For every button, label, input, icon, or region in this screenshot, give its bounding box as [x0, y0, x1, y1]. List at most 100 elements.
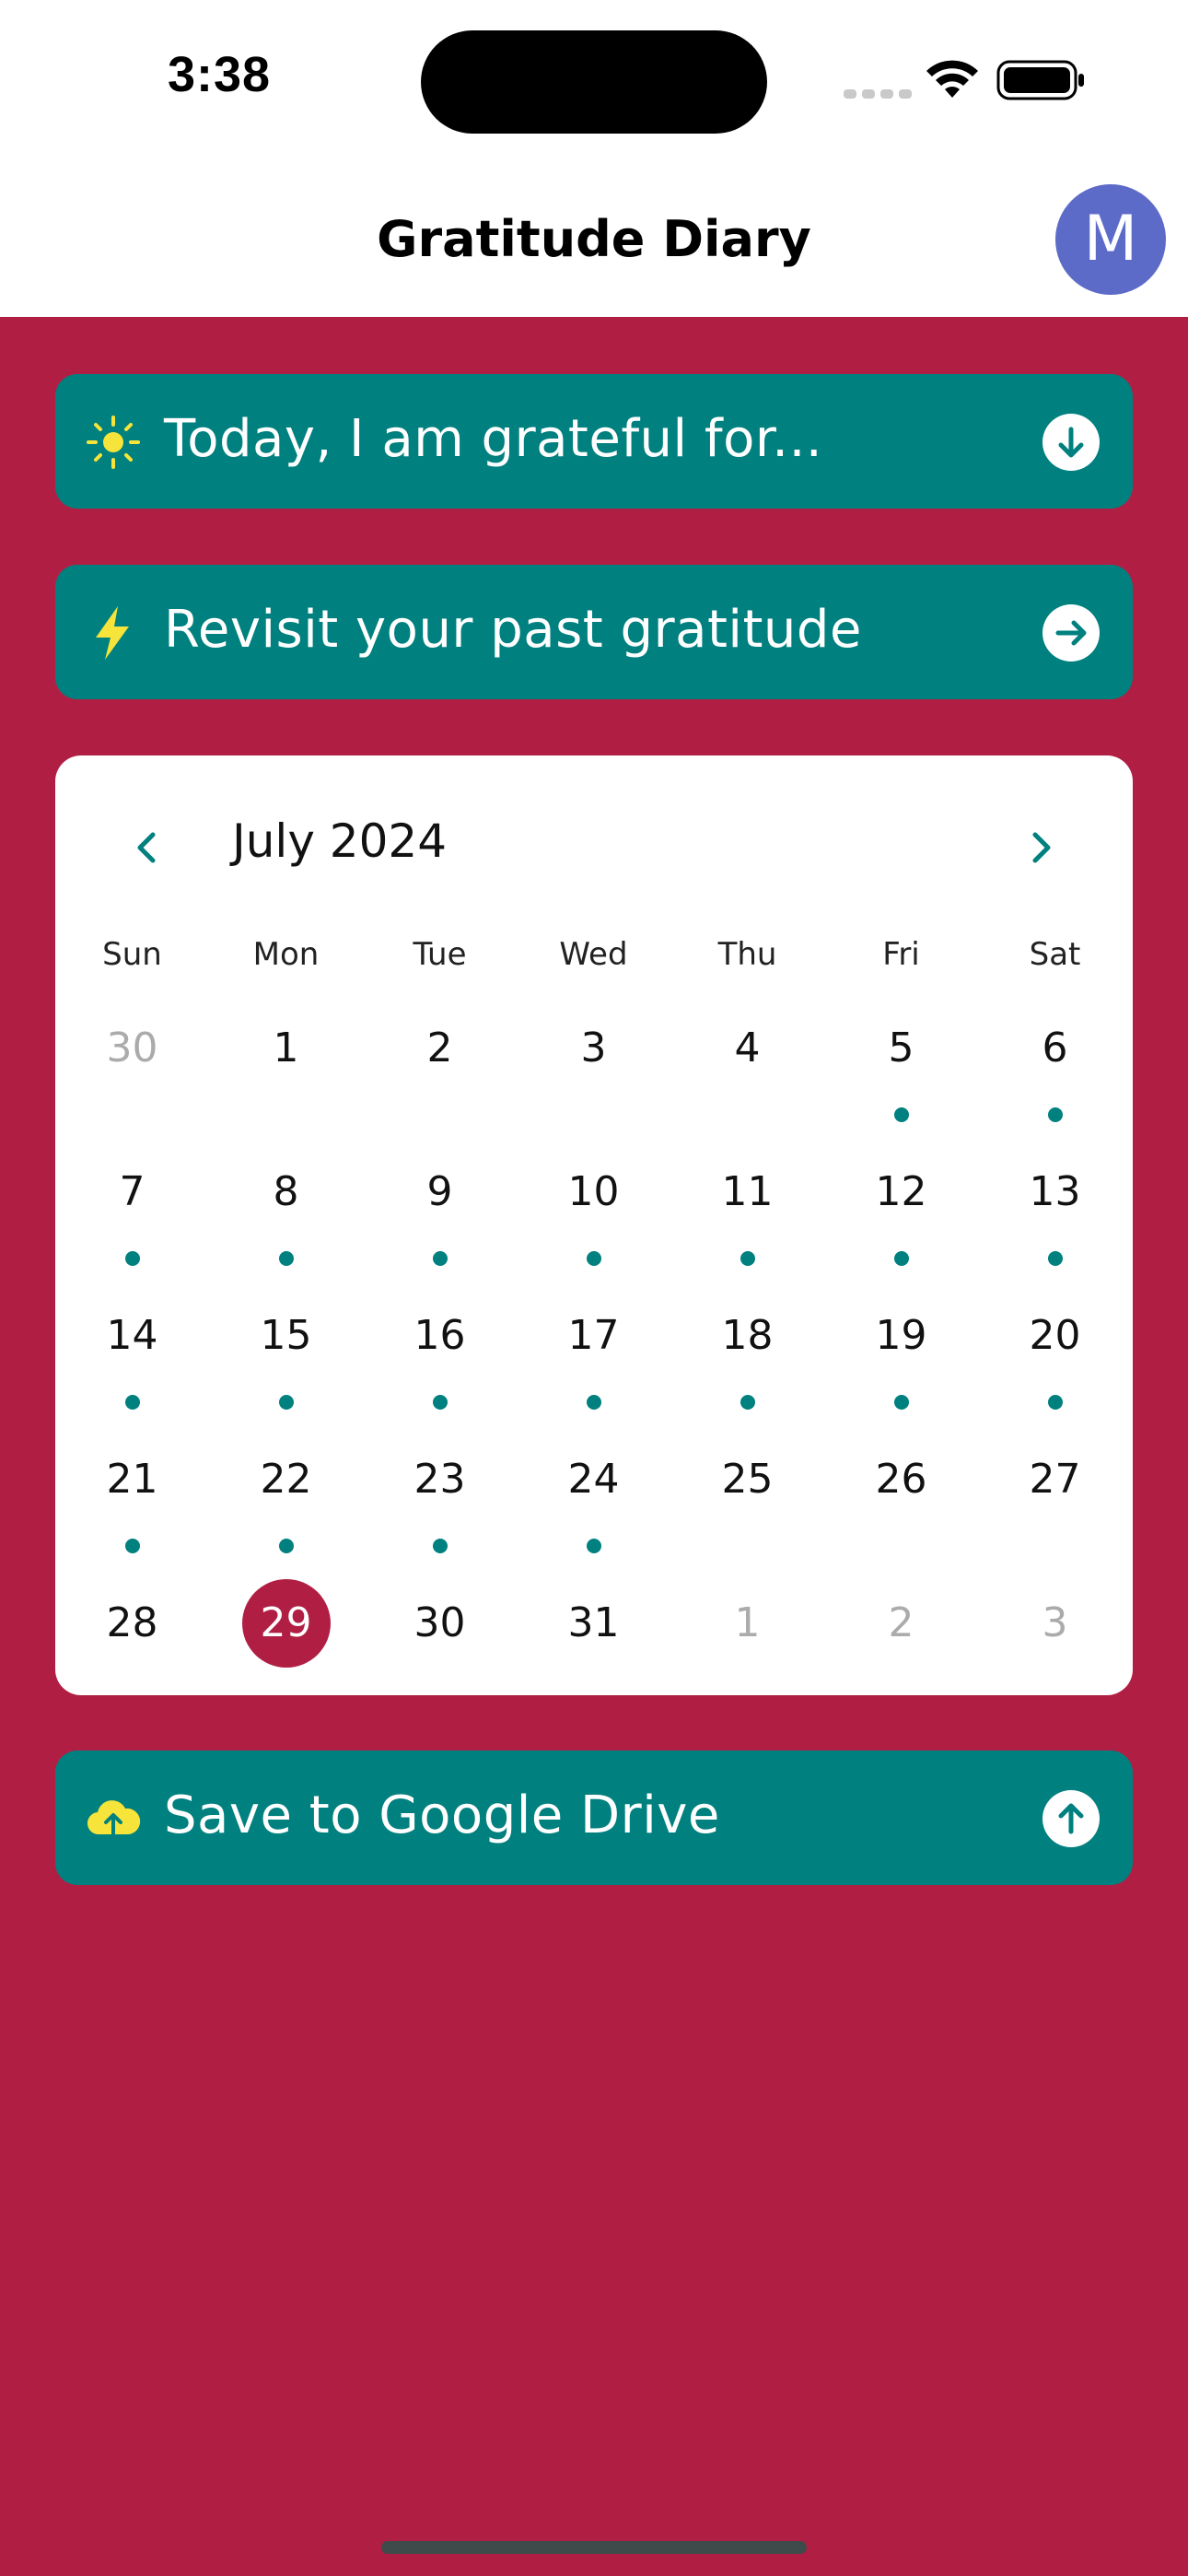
calendar-day[interactable]: 5	[824, 1004, 978, 1148]
entry-indicator-dot	[279, 1539, 294, 1553]
weekday-label: Sun	[102, 936, 162, 973]
calendar-day-number: 5	[888, 1025, 914, 1071]
calendar-day[interactable]: 15	[209, 1292, 363, 1435]
calendar-day[interactable]: 12	[824, 1148, 978, 1292]
calendar-day-number: 19	[875, 1312, 927, 1359]
chevron-left-icon[interactable]	[120, 820, 175, 875]
save-to-drive-label: Save to Google Drive	[164, 1786, 720, 1845]
calendar-day-number: 9	[426, 1168, 453, 1215]
calendar-day-number: 27	[1029, 1456, 1081, 1503]
calendar-day[interactable]: 1	[209, 1004, 363, 1148]
revisit-gratitude-button[interactable]: Revisit your past gratitude	[55, 565, 1133, 699]
calendar-day-number: 11	[721, 1168, 774, 1215]
entry-indicator-dot	[1048, 1107, 1063, 1122]
cloud-upload-icon	[87, 1800, 141, 1838]
entry-indicator-dot	[587, 1251, 601, 1266]
calendar-day-number: 1	[273, 1025, 299, 1071]
sun-icon	[87, 416, 140, 469]
entry-indicator-dot	[894, 1251, 909, 1266]
entry-indicator-dot	[125, 1539, 140, 1553]
calendar-day[interactable]: 25	[670, 1435, 824, 1579]
calendar-day[interactable]: 22	[209, 1435, 363, 1579]
calendar-day-number: 23	[413, 1456, 466, 1503]
calendar-day[interactable]: 27	[978, 1435, 1132, 1579]
calendar-day[interactable]: 1	[670, 1579, 824, 1723]
entry-indicator-dot	[740, 1251, 755, 1266]
calendar-weekdays: Sun Mon Tue Wed Thu Fri Sat	[55, 936, 1133, 982]
weekday-label: Thu	[717, 936, 777, 973]
page-title: Gratitude Diary	[377, 210, 811, 268]
calendar-day-number: 1	[734, 1599, 761, 1646]
calendar-day[interactable]: 13	[978, 1148, 1132, 1292]
entry-indicator-dot	[279, 1395, 294, 1410]
calendar-day[interactable]: 26	[824, 1435, 978, 1579]
arrow-up-circle-icon	[1042, 1790, 1100, 1847]
avatar[interactable]: M	[1055, 184, 1166, 295]
weekday-label: Tue	[413, 936, 467, 973]
dynamic-island	[421, 30, 767, 134]
calendar-day[interactable]: 16	[363, 1292, 517, 1435]
entry-indicator-dot	[740, 1395, 755, 1410]
calendar-day[interactable]: 20	[978, 1292, 1132, 1435]
calendar-day[interactable]: 6	[978, 1004, 1132, 1148]
calendar-day[interactable]: 3	[517, 1004, 670, 1148]
entry-indicator-dot	[1048, 1395, 1063, 1410]
arrow-down-circle-icon	[1042, 414, 1100, 471]
calendar-day[interactable]: 2	[363, 1004, 517, 1148]
calendar-day[interactable]: 2	[824, 1579, 978, 1723]
entry-indicator-dot	[125, 1395, 140, 1410]
entry-indicator-dot	[587, 1539, 601, 1553]
calendar-day-number: 17	[567, 1312, 620, 1359]
calendar-day-number: 3	[1042, 1599, 1068, 1646]
calendar-day-number: 4	[734, 1025, 761, 1071]
calendar-day[interactable]: 11	[670, 1148, 824, 1292]
calendar-day-number: 14	[106, 1312, 158, 1359]
calendar-day[interactable]: 17	[517, 1292, 670, 1435]
calendar-day-number: 8	[273, 1168, 299, 1215]
app-header: Gratitude Diary M	[0, 157, 1188, 317]
calendar-day[interactable]: 8	[209, 1148, 363, 1292]
status-icons	[840, 53, 1089, 109]
calendar-day[interactable]: 31	[517, 1579, 670, 1723]
calendar-day-number: 13	[1029, 1168, 1081, 1215]
entry-indicator-dot	[433, 1539, 448, 1553]
chevron-right-icon[interactable]	[1013, 820, 1068, 875]
calendar-day[interactable]: 24	[517, 1435, 670, 1579]
save-to-drive-button[interactable]: Save to Google Drive	[55, 1751, 1133, 1885]
calendar-day[interactable]: 19	[824, 1292, 978, 1435]
calendar-day-number: 3	[580, 1025, 607, 1071]
calendar-day-number: 26	[875, 1456, 927, 1503]
calendar-day-number: 7	[119, 1168, 146, 1215]
entry-indicator-dot	[433, 1251, 448, 1266]
calendar-day-number: 22	[260, 1456, 312, 1503]
weekday-label: Wed	[559, 936, 628, 973]
calendar-day-number: 29	[260, 1599, 312, 1646]
calendar-day[interactable]: 30	[55, 1004, 209, 1148]
today-grateful-button[interactable]: Today, I am grateful for...	[55, 374, 1133, 509]
calendar-day[interactable]: 30	[363, 1579, 517, 1723]
calendar-day-number: 18	[721, 1312, 774, 1359]
entry-indicator-dot	[279, 1251, 294, 1266]
lightning-icon	[96, 606, 129, 660]
calendar-day[interactable]: 23	[363, 1435, 517, 1579]
calendar-day-number: 20	[1029, 1312, 1081, 1359]
calendar-day-selected[interactable]: 29	[209, 1579, 363, 1723]
calendar-day[interactable]: 3	[978, 1579, 1132, 1723]
calendar-day-number: 24	[567, 1456, 620, 1503]
entry-indicator-dot	[125, 1251, 140, 1266]
calendar-day[interactable]: 21	[55, 1435, 209, 1579]
calendar-day[interactable]: 9	[363, 1148, 517, 1292]
calendar-day[interactable]: 18	[670, 1292, 824, 1435]
calendar-day[interactable]: 14	[55, 1292, 209, 1435]
calendar-day-number: 28	[106, 1599, 158, 1646]
weekday-label: Fri	[882, 936, 920, 973]
calendar-day[interactable]: 7	[55, 1148, 209, 1292]
entry-indicator-dot	[587, 1395, 601, 1410]
calendar: July 2024 Sun Mon Tue Wed Thu Fri Sat 30…	[55, 755, 1133, 1695]
calendar-day[interactable]: 28	[55, 1579, 209, 1723]
calendar-month-label: July 2024	[232, 814, 448, 868]
weekday-label: Mon	[252, 936, 320, 973]
entry-indicator-dot	[894, 1395, 909, 1410]
calendar-day[interactable]: 10	[517, 1148, 670, 1292]
calendar-day[interactable]: 4	[670, 1004, 824, 1148]
